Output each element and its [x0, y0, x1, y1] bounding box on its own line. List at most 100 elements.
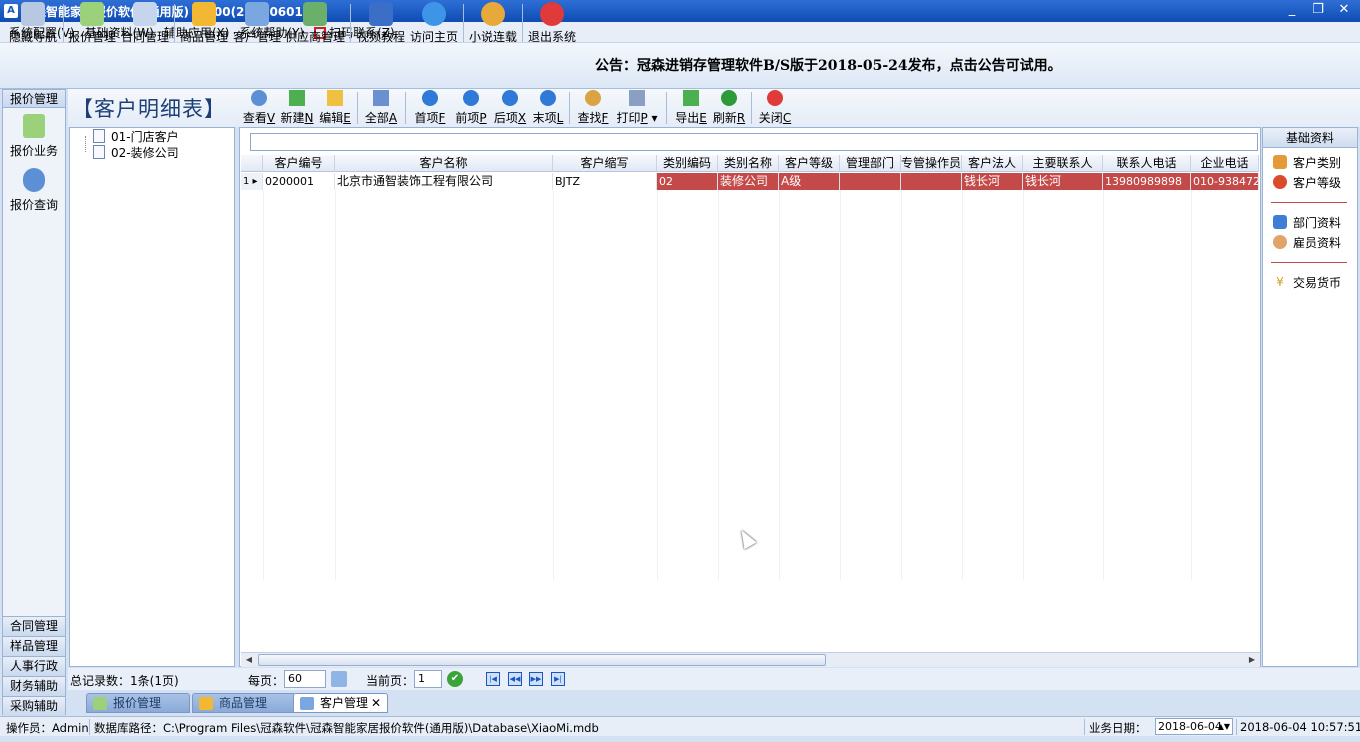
scroll-thumb[interactable]	[258, 654, 826, 666]
current-page-input[interactable]: 1	[414, 670, 442, 688]
tab-quote-mgmt[interactable]: 报价管理	[86, 693, 190, 713]
tab-product-mgmt[interactable]: 商品管理	[192, 693, 296, 713]
horizontal-scrollbar[interactable]: ◀ ▶	[241, 652, 1260, 667]
find-button[interactable]: 查找F	[574, 90, 612, 126]
scroll-right-icon[interactable]: ▶	[1245, 654, 1259, 666]
supplier-mgmt-button[interactable]: 供应商管理	[284, 2, 346, 44]
new-button[interactable]: 新建N	[278, 90, 316, 126]
left-navigation: 报价管理 报价业务 报价查询 合同管理 样品管理 人事行政 财务辅助 采购辅助	[2, 89, 66, 716]
cell-company-phone[interactable]: 010-93847282	[1191, 173, 1259, 190]
exit-system-button[interactable]: 退出系统	[526, 2, 578, 44]
link-customer-category[interactable]: 客户类别	[1273, 154, 1341, 170]
last-page-icon[interactable]: ▶|	[551, 672, 565, 686]
document-icon	[93, 129, 105, 143]
next-record-button[interactable]: 后项X	[491, 90, 529, 126]
cell-category-code[interactable]: 02	[657, 173, 718, 190]
col-customer-code[interactable]: 客户编号	[263, 155, 335, 172]
nav-header[interactable]: 报价管理	[3, 90, 65, 108]
tree-node-store-customers[interactable]: 01-门店客户	[79, 128, 179, 144]
cell-customer-name[interactable]: 北京市通智装饰工程有限公司	[335, 173, 553, 190]
visit-homepage-button[interactable]: 访问主页	[408, 2, 460, 44]
filter-input[interactable]	[250, 133, 1258, 151]
quote-query-button[interactable]: 报价查询	[3, 168, 65, 213]
calculator-icon	[80, 2, 104, 26]
quote-business-button[interactable]: 报价业务	[3, 114, 65, 159]
cell-customer-level[interactable]: A级	[779, 173, 840, 190]
hide-nav-button[interactable]: 隐藏导航	[6, 2, 60, 44]
restore-button[interactable]: ❐	[1310, 2, 1326, 18]
novel-button[interactable]: 小说连载	[467, 2, 519, 44]
flower-icon	[481, 2, 505, 26]
col-customer-name[interactable]: 客户名称	[335, 155, 553, 172]
video-tutorial-button[interactable]: 视频教程	[355, 2, 407, 44]
toolbar-divider	[350, 4, 351, 42]
minimize-button[interactable]: _	[1284, 2, 1300, 18]
per-page-label: 每页：	[248, 674, 285, 688]
col-customer-abbr[interactable]: 客户缩写	[553, 155, 657, 172]
link-currency[interactable]: ¥ 交易货币	[1273, 274, 1341, 290]
col-department[interactable]: 管理部门	[840, 155, 901, 172]
next-icon	[502, 90, 518, 106]
close-window-button[interactable]: ✕	[1336, 2, 1352, 18]
basic-data-panel: 基础资料 客户类别 客户等级 部门资料 雇员资料 ¥ 交易货币	[1262, 127, 1358, 667]
cell-main-contact[interactable]: 钱长河	[1023, 173, 1103, 190]
print-button[interactable]: 打印P ▾	[613, 90, 661, 126]
announcement-link[interactable]: 公告：冠森进销存管理软件B/S版于2018-05-24发布，点击公告可试用。	[595, 55, 1062, 75]
nav-sample-mgmt[interactable]: 样品管理	[3, 636, 65, 656]
cell-legal-person[interactable]: 钱长河	[962, 173, 1023, 190]
nav-purchase-aux[interactable]: 采购辅助	[3, 696, 65, 716]
grid-line	[1023, 190, 1024, 580]
close-tab-icon[interactable]: ✕	[371, 694, 381, 713]
cell-customer-code[interactable]: 0200001	[263, 173, 335, 190]
col-customer-level[interactable]: 客户等级	[779, 155, 840, 172]
scroll-left-icon[interactable]: ◀	[242, 654, 256, 666]
apply-page-size-icon[interactable]	[331, 671, 347, 687]
edit-button[interactable]: 编辑E	[317, 90, 353, 126]
view-button[interactable]: 查看V	[241, 90, 277, 126]
customer-card-icon	[245, 2, 269, 26]
link-customer-level[interactable]: 客户等级	[1273, 174, 1341, 190]
contract-mgmt-button[interactable]: 合同管理	[119, 2, 171, 44]
toolbar-divider	[569, 92, 570, 124]
nav-finance-aux[interactable]: 财务辅助	[3, 676, 65, 696]
refresh-button[interactable]: 刷新R	[710, 90, 748, 126]
cell-department[interactable]	[840, 173, 901, 190]
col-company-phone[interactable]: 企业电话	[1191, 155, 1259, 172]
export-button[interactable]: 导出E	[672, 90, 710, 126]
go-page-icon[interactable]: ✔	[447, 671, 463, 687]
cell-category-name[interactable]: 装修公司	[718, 173, 779, 190]
nav-hr-admin[interactable]: 人事行政	[3, 656, 65, 676]
prev-page-icon[interactable]: ◀◀	[508, 672, 522, 686]
business-date-picker[interactable]: 2018-06-04 ▲▼	[1155, 718, 1233, 735]
col-category-name[interactable]: 类别名称	[718, 155, 779, 172]
col-category-code[interactable]: 类别编码	[657, 155, 718, 172]
first-record-button[interactable]: 首项F	[411, 90, 449, 126]
next-page-icon[interactable]: ▶▶	[529, 672, 543, 686]
customer-mgmt-button[interactable]: 客户管理	[231, 2, 283, 44]
per-page-input[interactable]: 60	[284, 670, 326, 688]
close-button[interactable]: 关闭C	[756, 90, 794, 126]
link-department-data[interactable]: 部门资料	[1273, 214, 1341, 230]
col-contact-phone[interactable]: 联系人电话	[1103, 155, 1191, 172]
cell-operator[interactable]	[901, 173, 962, 190]
show-all-button[interactable]: 全部A	[362, 90, 400, 126]
prev-record-button[interactable]: 前项P	[452, 90, 490, 126]
col-legal-person[interactable]: 客户法人	[962, 155, 1023, 172]
quote-mgmt-button[interactable]: 报价管理	[66, 2, 118, 44]
tree-node-decoration-company[interactable]: 02-装修公司	[79, 144, 179, 160]
col-operator[interactable]: 专管操作员	[901, 155, 962, 172]
last-record-button[interactable]: 末项L	[529, 90, 567, 126]
link-employee-data[interactable]: 雇员资料	[1273, 234, 1341, 250]
tab-customer-mgmt[interactable]: 客户管理 ✕	[293, 693, 388, 713]
first-page-icon[interactable]: |◀	[486, 672, 500, 686]
nav-contract-mgmt[interactable]: 合同管理	[3, 616, 65, 636]
spinner-icon[interactable]: ▲▼	[1218, 719, 1230, 734]
film-icon	[369, 2, 393, 26]
cell-contact-phone[interactable]: 13980989898	[1103, 173, 1191, 190]
grid-line	[1103, 190, 1104, 580]
database-path: 数据库路径：C:\Program Files\冠森软件\冠森智能家居报价软件(通…	[94, 721, 599, 735]
product-mgmt-button[interactable]: 商品管理	[178, 2, 230, 44]
col-main-contact[interactable]: 主要联系人	[1023, 155, 1103, 172]
table-row[interactable]: 1 ▸ 0200001 北京市通智装饰工程有限公司 BJTZ 02 装修公司 A…	[241, 173, 1259, 190]
cell-customer-abbr[interactable]: BJTZ	[553, 173, 657, 190]
